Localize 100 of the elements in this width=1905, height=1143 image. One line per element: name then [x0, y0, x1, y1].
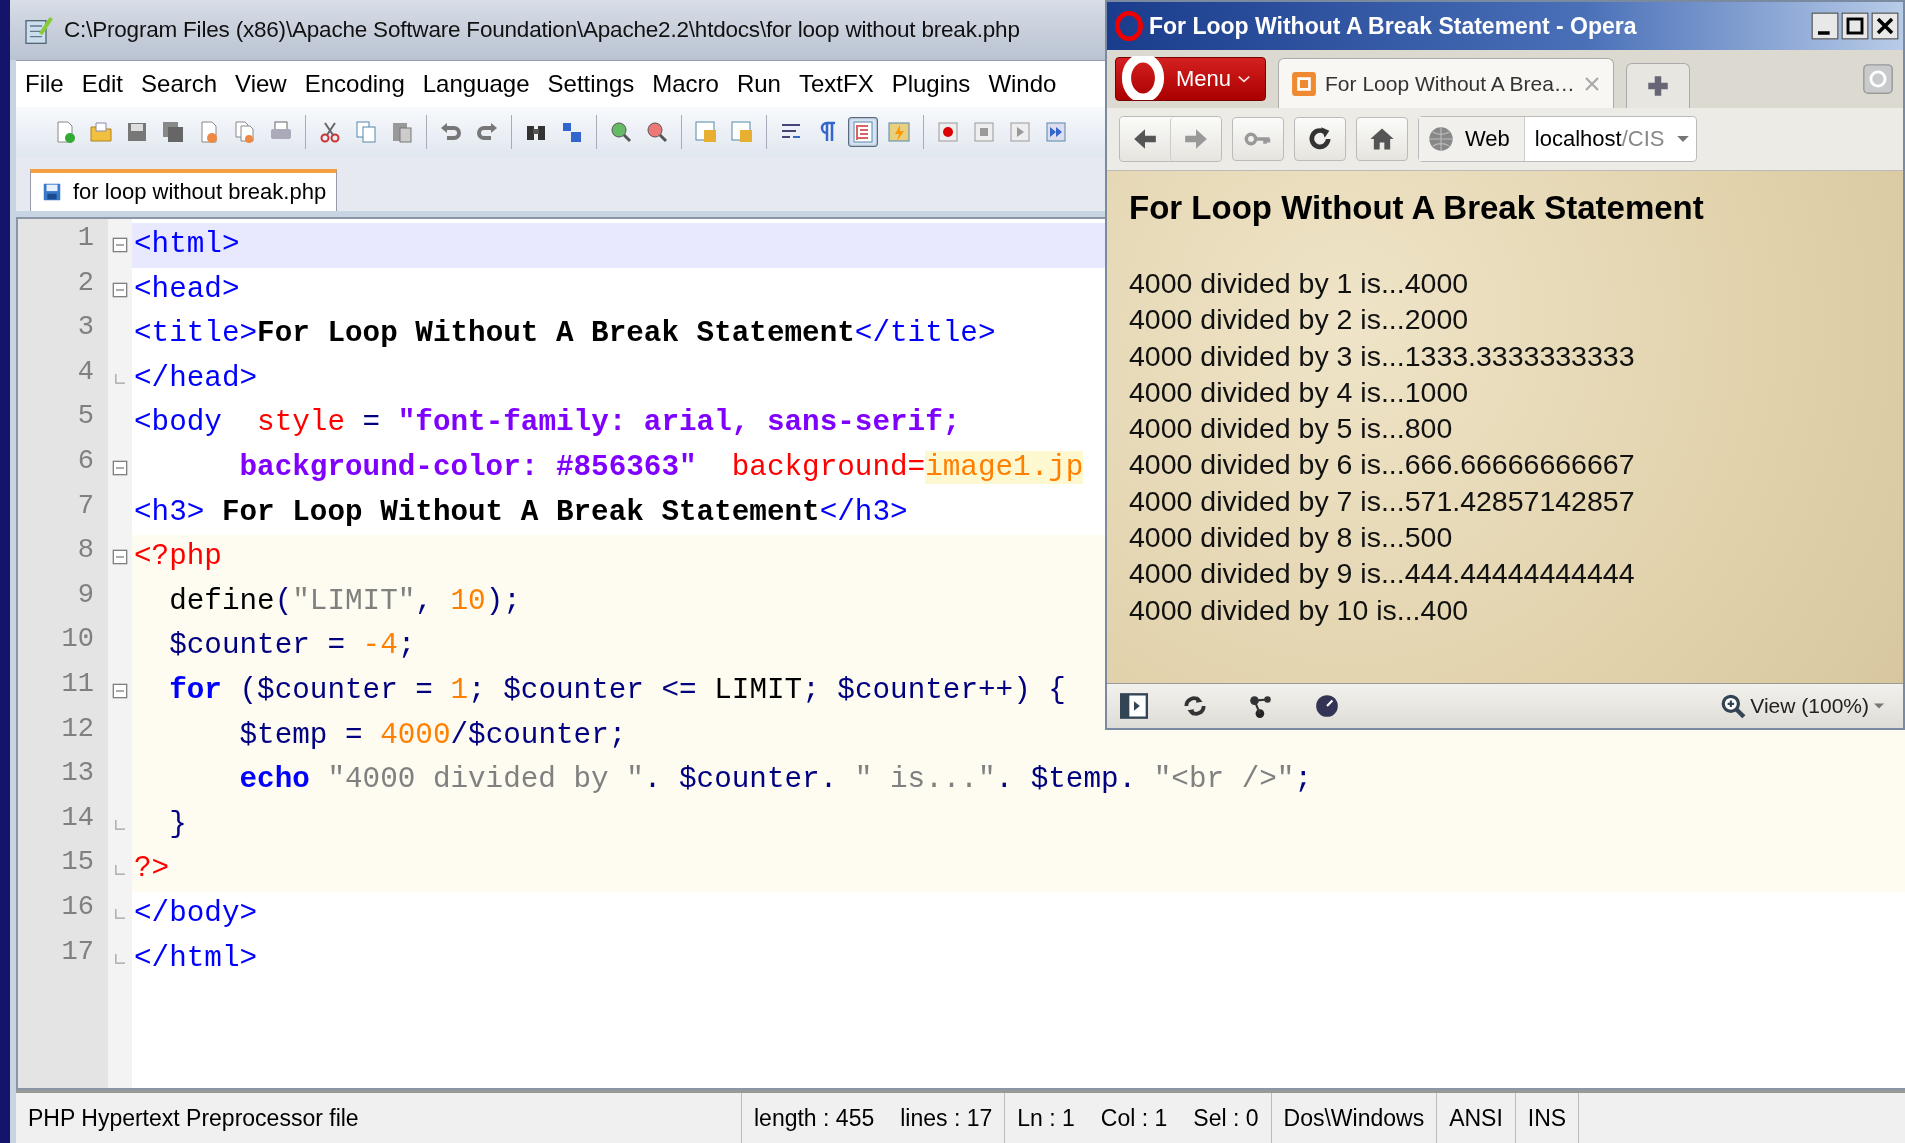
menu-item[interactable]: Edit [72, 66, 133, 102]
zoom-out-icon [645, 120, 669, 144]
replace-icon [560, 120, 584, 144]
line-number: 14 [60, 802, 95, 835]
line-number: 3 [76, 312, 95, 345]
line-number: 8 [76, 535, 95, 568]
close-icon[interactable] [1871, 12, 1899, 40]
menu-item[interactable]: TextFX [789, 66, 883, 102]
output-line: 4000 divided by 10 is...400 [1129, 592, 1470, 628]
maximize-icon[interactable] [1841, 12, 1869, 40]
fold-minus-icon[interactable] [112, 281, 128, 298]
code-line: <html> [134, 227, 240, 263]
stop-icon [972, 120, 996, 144]
status-text: PHP Hypertext Preprocessor file [28, 1104, 359, 1132]
record-icon [936, 120, 960, 144]
address-field[interactable]: localhost/CIS [1524, 126, 1697, 152]
code-line: $temp = 4000/$counter; [238, 717, 627, 754]
code-line: } [168, 806, 187, 843]
output-line: 4000 divided by 9 is...444.44444444444 [1129, 556, 1636, 592]
code-line: $counter = -4; [168, 628, 416, 665]
menu-item[interactable]: Settings [538, 66, 644, 102]
status-text: length : 455 [754, 1104, 875, 1132]
output-line: 4000 divided by 4 is...1000 [1129, 374, 1470, 410]
code-line: background-color: #856363" background=image1.jp [238, 449, 1084, 486]
line-number: 16 [60, 891, 95, 924]
panel-toggle-icon[interactable] [1119, 692, 1149, 720]
output-line: 4000 divided by 3 is...1333.3333333333 [1129, 338, 1636, 374]
browser-tab[interactable]: For Loop Without A Brea… [1278, 58, 1614, 108]
indent-guide-icon [851, 120, 875, 144]
menu-item[interactable]: Windo [979, 66, 1066, 102]
line-number: 10 [60, 624, 95, 657]
line-number: 12 [60, 713, 95, 746]
save-icon [41, 181, 63, 203]
menu-item[interactable]: View [226, 66, 296, 102]
fold-minus-icon[interactable] [112, 460, 128, 477]
paste-icon [390, 120, 414, 144]
code-line: define("LIMIT", 10); [168, 583, 521, 620]
save-all-icon [161, 120, 185, 144]
sync-vertical-icon [694, 120, 718, 144]
zoom-in-icon [609, 120, 633, 144]
globe-icon [1427, 125, 1455, 153]
line-number: 2 [76, 267, 95, 300]
menu-item[interactable]: File [16, 66, 73, 102]
code-line: <title>For Loop Without A Break Statement</title> [134, 316, 996, 353]
file-tab[interactable]: for loop without break.php [30, 169, 338, 211]
home-button[interactable] [1356, 117, 1408, 161]
line-number: 11 [60, 668, 95, 701]
sync-horizontal-icon [730, 120, 754, 144]
menu-item[interactable]: Macro [643, 66, 728, 102]
cut-icon [318, 120, 342, 144]
search-engine-selector[interactable]: Web [1419, 117, 1525, 161]
open-folder-icon [89, 120, 113, 144]
output-line: 4000 divided by 1 is...4000 [1129, 266, 1470, 301]
close-all-icon [233, 120, 257, 144]
output-line: 4000 divided by 6 is...666.66666666667 [1129, 447, 1636, 483]
lightning-icon [887, 120, 911, 144]
zoom-button[interactable]: View (100%) [1714, 692, 1891, 720]
key-button[interactable] [1232, 117, 1284, 161]
line-number: 6 [76, 445, 95, 478]
window-title: For Loop Without A Break Statement - Opera [1149, 12, 1638, 40]
play-multiple-icon [1044, 120, 1068, 144]
output-line: 4000 divided by 7 is...571.42857142857 [1129, 483, 1636, 519]
line-number: 4 [76, 356, 95, 389]
page-heading: For Loop Without A Break Statement [1129, 189, 1705, 227]
status-text: Sel : 0 [1193, 1104, 1259, 1132]
indent-guide-button[interactable] [848, 117, 878, 147]
menu-item[interactable]: Search [132, 66, 227, 102]
status-text: lines : 17 [900, 1104, 993, 1132]
new-tab-button[interactable] [1625, 63, 1690, 108]
menu-item[interactable]: Language [413, 66, 539, 102]
status-text: ANSI [1449, 1104, 1503, 1132]
minimize-icon[interactable] [1811, 12, 1839, 40]
code-line: for ($counter = 1; $counter <= LIMIT; $counter++) { [168, 672, 1066, 709]
code-line: </html> [134, 940, 258, 977]
fold-minus-icon[interactable] [112, 549, 128, 566]
status-text: Dos\Windows [1283, 1104, 1425, 1132]
code-line: ?> [134, 851, 170, 888]
line-number: 7 [76, 490, 95, 523]
menu-item[interactable]: Plugins [882, 66, 980, 102]
code-line: <?php [134, 539, 222, 576]
play-icon [1008, 120, 1032, 144]
opera-logo-icon [1115, 11, 1143, 41]
window-title: C:\Program Files (x86)\Apache Software Foundation\Apache2.2\htdocs\for loop without break.php [64, 17, 1020, 43]
line-number: 9 [76, 579, 95, 612]
line-number: 17 [60, 936, 95, 969]
notepad-icon [22, 14, 54, 46]
fold-minus-icon[interactable] [112, 237, 128, 254]
output-line: 4000 divided by 2 is...2000 [1129, 302, 1470, 338]
line-number: 1 [76, 223, 95, 255]
menu-item[interactable]: Encoding [295, 66, 414, 102]
status-text: Ln : 1 [1017, 1104, 1075, 1132]
reload-button[interactable] [1294, 117, 1346, 161]
status-text: INS [1527, 1104, 1567, 1132]
menu-item[interactable]: Run [727, 66, 790, 102]
line-number: 5 [76, 401, 95, 434]
line-number: 15 [60, 847, 95, 880]
menu-button[interactable]: Menu [1115, 57, 1267, 101]
zoom-in-icon [1720, 693, 1747, 719]
line-number: 13 [60, 758, 95, 791]
fold-minus-icon[interactable] [112, 683, 128, 700]
